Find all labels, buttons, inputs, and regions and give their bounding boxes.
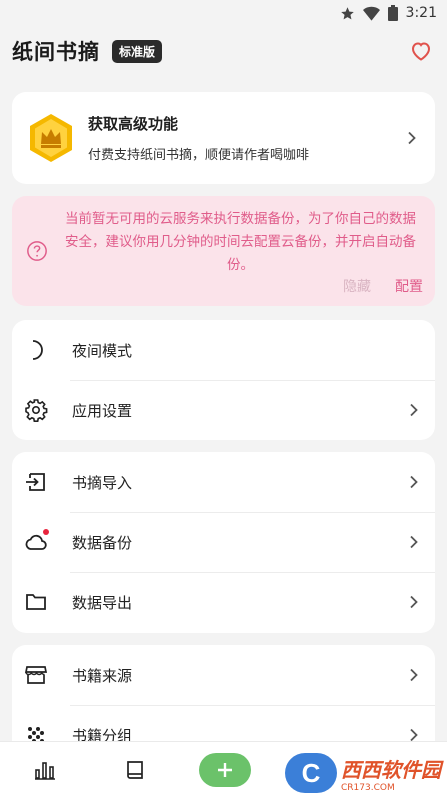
nav-books[interactable] [90, 759, 180, 781]
bar-chart-icon [35, 761, 55, 780]
watermark-logo: C [285, 753, 337, 793]
crown-hexagon-icon [30, 114, 72, 162]
config-button[interactable]: 配置 [395, 276, 423, 296]
gear-icon [25, 399, 48, 422]
watermark: C 西西软件园 CR173.COM [285, 753, 441, 793]
notice-message: 当前暂无可用的云服务来执行数据备份，为了你自己的数据安全，建议你用几分钟的时间去… [65, 211, 416, 273]
nav-add[interactable] [180, 752, 270, 787]
battery-icon [387, 5, 398, 21]
chevron-right-icon [410, 668, 418, 682]
add-button[interactable] [199, 752, 251, 787]
cloud-icon-wrap [24, 529, 49, 554]
chevron-right-icon [410, 728, 418, 742]
chevron-right-icon [410, 535, 418, 549]
nav-stats[interactable] [0, 759, 90, 781]
chevron-right-icon [410, 475, 418, 489]
menu-item-backup[interactable]: 数据备份 [12, 512, 435, 572]
menu-item-label: 数据备份 [72, 533, 133, 552]
edition-badge: 标准版 [112, 39, 163, 63]
star-icon [340, 6, 354, 19]
chevron-right-icon [410, 403, 418, 417]
import-icon [26, 473, 45, 491]
premium-card[interactable]: 获取高级功能 付费支持纸间书摘，顺便请作者喝咖啡 [12, 92, 435, 184]
premium-subtitle: 付费支持纸间书摘，顺便请作者喝咖啡 [88, 148, 310, 163]
watermark-main-text: 西西软件园 [341, 757, 441, 782]
question-circle-icon [27, 241, 47, 261]
watermark-sub-text: CR173.COM [341, 782, 395, 793]
plus-icon [218, 762, 232, 777]
premium-title: 获取高级功能 [88, 115, 179, 133]
chevron-right-icon [408, 131, 416, 145]
heart-icon[interactable] [409, 39, 433, 63]
backup-notice: 当前暂无可用的云服务来执行数据备份，为了你自己的数据安全，建议你用几分钟的时间去… [12, 196, 435, 306]
menu-item-import[interactable]: 书摘导入 [12, 452, 435, 512]
app-header: 纸间书摘 标准版 [0, 26, 447, 76]
book-icon [127, 760, 143, 779]
wifi-icon [362, 6, 380, 21]
menu-item-label: 夜间模式 [72, 341, 133, 360]
chevron-right-icon [410, 595, 418, 609]
status-bar: 3:21 [0, 0, 447, 26]
menu-item-night-mode[interactable]: 夜间模式 [12, 320, 435, 380]
menu-item-export[interactable]: 数据导出 [12, 572, 435, 632]
hide-button[interactable]: 隐藏 [343, 276, 371, 296]
notification-dot [43, 529, 49, 535]
folder-icon [26, 594, 46, 610]
settings-group-2: 书摘导入 数据备份 数据导出 [12, 452, 435, 633]
menu-item-label: 书籍来源 [72, 666, 133, 685]
app-title: 纸间书摘 [12, 40, 100, 64]
menu-item-app-settings[interactable]: 应用设置 [12, 380, 435, 440]
status-time: 3:21 [405, 5, 437, 21]
settings-group-1: 夜间模式 应用设置 [12, 320, 435, 440]
menu-item-label: 应用设置 [72, 401, 133, 420]
menu-item-label: 书摘导入 [72, 473, 133, 492]
menu-item-label: 数据导出 [72, 593, 133, 612]
moon-icon [32, 340, 43, 360]
menu-item-book-sources[interactable]: 书籍来源 [12, 645, 435, 705]
store-icon [24, 666, 48, 684]
